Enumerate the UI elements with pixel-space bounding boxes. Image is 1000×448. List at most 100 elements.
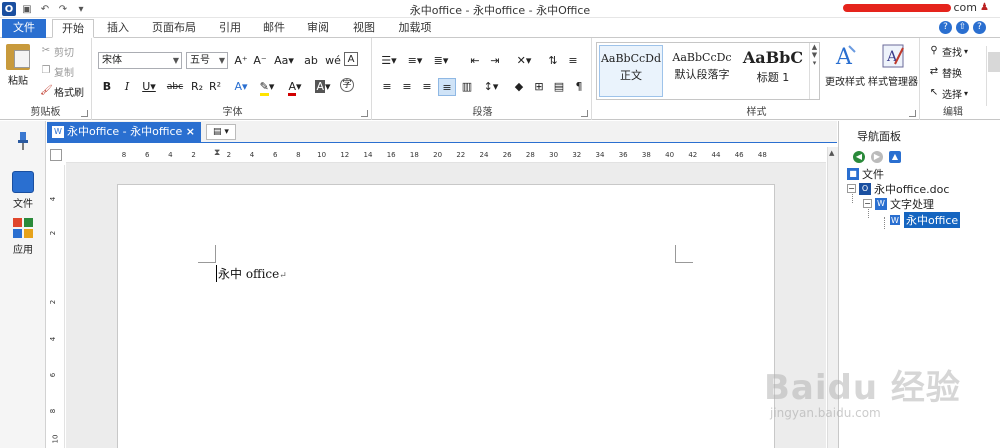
tree-node-doc[interactable]: − O 永中office.doc xyxy=(847,181,949,196)
tab-home[interactable]: 开始 xyxy=(52,19,94,38)
left-pane-file[interactable]: 文件 xyxy=(6,171,40,210)
font-name-combo[interactable]: 宋体 ▼ xyxy=(98,52,182,69)
page-border-icon[interactable]: ▤ xyxy=(550,78,568,96)
tab-references[interactable]: 引用 xyxy=(212,19,248,38)
cut-button[interactable]: ✂ 剪切 xyxy=(40,44,74,59)
forward-icon[interactable]: ▶ xyxy=(871,151,883,163)
document-page[interactable]: 永中 office↵ xyxy=(117,184,775,448)
pilcrow-icon[interactable]: ¶ xyxy=(570,78,588,96)
styles-dialog-launcher[interactable] xyxy=(909,110,916,117)
copy-button[interactable]: ❐ 复制 xyxy=(40,64,74,79)
pin-pane-button[interactable] xyxy=(6,131,40,153)
tab-page-layout[interactable]: 页面布局 xyxy=(146,19,202,38)
tree-node-word-processing[interactable]: − W 文字处理 xyxy=(863,196,934,211)
user-account[interactable]: com ♟ xyxy=(842,1,993,14)
tab-insert[interactable]: 插入 xyxy=(100,19,136,38)
styles-group-label: 样式 xyxy=(746,107,767,118)
text-effects-icon[interactable]: A▾ xyxy=(230,78,252,96)
scroll-up-icon[interactable]: ▲ xyxy=(829,149,834,157)
clear-format-icon[interactable]: ab xyxy=(302,52,320,70)
gallery-scrollbar[interactable]: ▲ ▼ ▾ xyxy=(809,43,819,99)
change-styles-button[interactable]: A 更改样式 xyxy=(824,42,866,88)
justify-icon[interactable]: ≡ xyxy=(438,78,456,96)
line-spacing-icon[interactable]: ↕▾ xyxy=(480,78,502,96)
tree-node-document[interactable]: W 永中office xyxy=(889,211,961,228)
tab-mailings[interactable]: 邮件 xyxy=(256,19,292,38)
document-body-text[interactable]: 永中 office↵ xyxy=(216,265,287,282)
user-avatar-icon[interactable]: ♟ xyxy=(980,2,992,14)
new-document-button[interactable]: ▤ ▾ xyxy=(206,124,236,140)
tab-addins[interactable]: 加载项 xyxy=(390,19,440,38)
char-border-icon[interactable]: A xyxy=(344,52,358,66)
navigation-toolbar: ◀ ▶ ▲ xyxy=(853,151,901,163)
chinese-layout-icon[interactable]: ✕▾ xyxy=(512,52,536,70)
superscript-icon[interactable]: R² xyxy=(206,78,224,96)
italic-icon[interactable]: I xyxy=(118,78,136,96)
enclose-char-icon[interactable]: 字 xyxy=(340,78,354,92)
find-button[interactable]: ⚲ 查找 ▾ xyxy=(928,44,968,59)
back-icon[interactable]: ◀ xyxy=(853,151,865,163)
tab-stop-selector[interactable] xyxy=(50,149,62,161)
overflow-group[interactable] xyxy=(986,46,1000,106)
style-item-normal[interactable]: AaBbCcDd 正文 xyxy=(599,45,663,97)
close-icon[interactable]: × xyxy=(186,122,195,142)
left-pane-apps[interactable]: 应用 xyxy=(6,217,40,256)
shading-icon[interactable]: ◆ xyxy=(510,78,528,96)
distributed-icon[interactable]: ▥ xyxy=(458,78,476,96)
collapse-icon[interactable]: − xyxy=(847,184,856,193)
show-marks-icon[interactable]: ≡ xyxy=(564,52,582,70)
font-dialog-launcher[interactable] xyxy=(361,110,368,117)
align-center-icon[interactable]: ≡ xyxy=(398,78,416,96)
title-bar: O ▣ ↶ ↷ ▾ 永中office - 永中office - 永中Office… xyxy=(0,0,1000,18)
grow-font-icon[interactable]: A⁺ xyxy=(232,52,250,70)
find-label: 查找 xyxy=(942,47,962,59)
change-styles-label: 更改样式 xyxy=(825,77,865,88)
style-item-heading-1[interactable]: AaBbC 标题 1 xyxy=(739,45,807,97)
options-icon[interactable]: ? xyxy=(973,21,986,34)
clipboard-dialog-launcher[interactable] xyxy=(81,110,88,117)
collapse-icon[interactable]: − xyxy=(863,199,872,208)
vertical-scrollbar[interactable]: ▲ xyxy=(827,147,838,448)
bold-icon[interactable]: B xyxy=(98,78,116,96)
ruler-tick-label: 46 xyxy=(734,151,744,159)
align-left-icon[interactable]: ≡ xyxy=(378,78,396,96)
align-right-icon[interactable]: ≡ xyxy=(418,78,436,96)
multilevel-list-icon[interactable]: ≣▾ xyxy=(430,52,452,70)
shrink-font-icon[interactable]: A⁻ xyxy=(251,52,269,70)
phonetic-guide-icon[interactable]: wé xyxy=(324,52,342,70)
borders-icon[interactable]: ⊞ xyxy=(530,78,548,96)
help-icon[interactable]: ? xyxy=(939,21,952,34)
style-manager-label: 样式管理器 xyxy=(868,77,918,88)
indent-marker-icon[interactable]: ⧗ xyxy=(214,148,220,158)
underline-icon[interactable]: U▾ xyxy=(138,78,160,96)
paragraph-dialog-launcher[interactable] xyxy=(581,110,588,117)
char-shading-icon[interactable]: A▾ xyxy=(312,78,334,96)
pin-ribbon-icon[interactable]: ⇧ xyxy=(956,21,969,34)
tab-view[interactable]: 视图 xyxy=(346,19,382,38)
paste-button[interactable]: 粘贴 xyxy=(4,44,32,87)
collapse-all-icon[interactable]: ▲ xyxy=(889,151,901,163)
tree-node-root[interactable]: ■ 文件 xyxy=(847,166,884,181)
vertical-ruler[interactable]: 4 2 2 4 6 8 10 xyxy=(47,165,65,448)
bullets-icon[interactable]: ☰▾ xyxy=(378,52,400,70)
document-tab[interactable]: W 永中office - 永中office × xyxy=(47,122,201,143)
increase-indent-icon[interactable]: ⇥ xyxy=(486,52,504,70)
font-color-icon[interactable]: A▾ xyxy=(284,78,306,96)
tab-file[interactable]: 文件 xyxy=(2,19,46,38)
format-painter-button[interactable]: 🖌 格式刷 xyxy=(40,84,84,99)
strikethrough-icon[interactable]: abc xyxy=(164,78,186,96)
horizontal-ruler[interactable]: 8 6 4 2 2 4 6 8 10 12 14 16 18 20 22 24 26 28 30 32 34 36 38 40… xyxy=(66,147,826,163)
select-button[interactable]: ↖ 选择 ▾ xyxy=(928,86,968,101)
decrease-indent-icon[interactable]: ⇤ xyxy=(466,52,484,70)
font-size-combo[interactable]: 五号 ▼ xyxy=(186,52,228,69)
style-manager-button[interactable]: A 样式管理器 xyxy=(866,42,920,88)
style-item-default-paragraph[interactable]: AaBbCcDc 默认段落字 xyxy=(669,45,735,97)
change-case-icon[interactable]: Aa▾ xyxy=(272,52,296,70)
numbering-icon[interactable]: ≡▾ xyxy=(404,52,426,70)
subscript-icon[interactable]: R₂ xyxy=(188,78,206,96)
replace-button[interactable]: ⇄ 替换 xyxy=(928,65,962,80)
tab-review[interactable]: 审阅 xyxy=(300,19,336,38)
highlight-icon[interactable]: ✎▾ xyxy=(256,78,278,96)
tree-node-label: 永中office xyxy=(904,211,961,228)
sort-icon[interactable]: ⇅ xyxy=(544,52,562,70)
